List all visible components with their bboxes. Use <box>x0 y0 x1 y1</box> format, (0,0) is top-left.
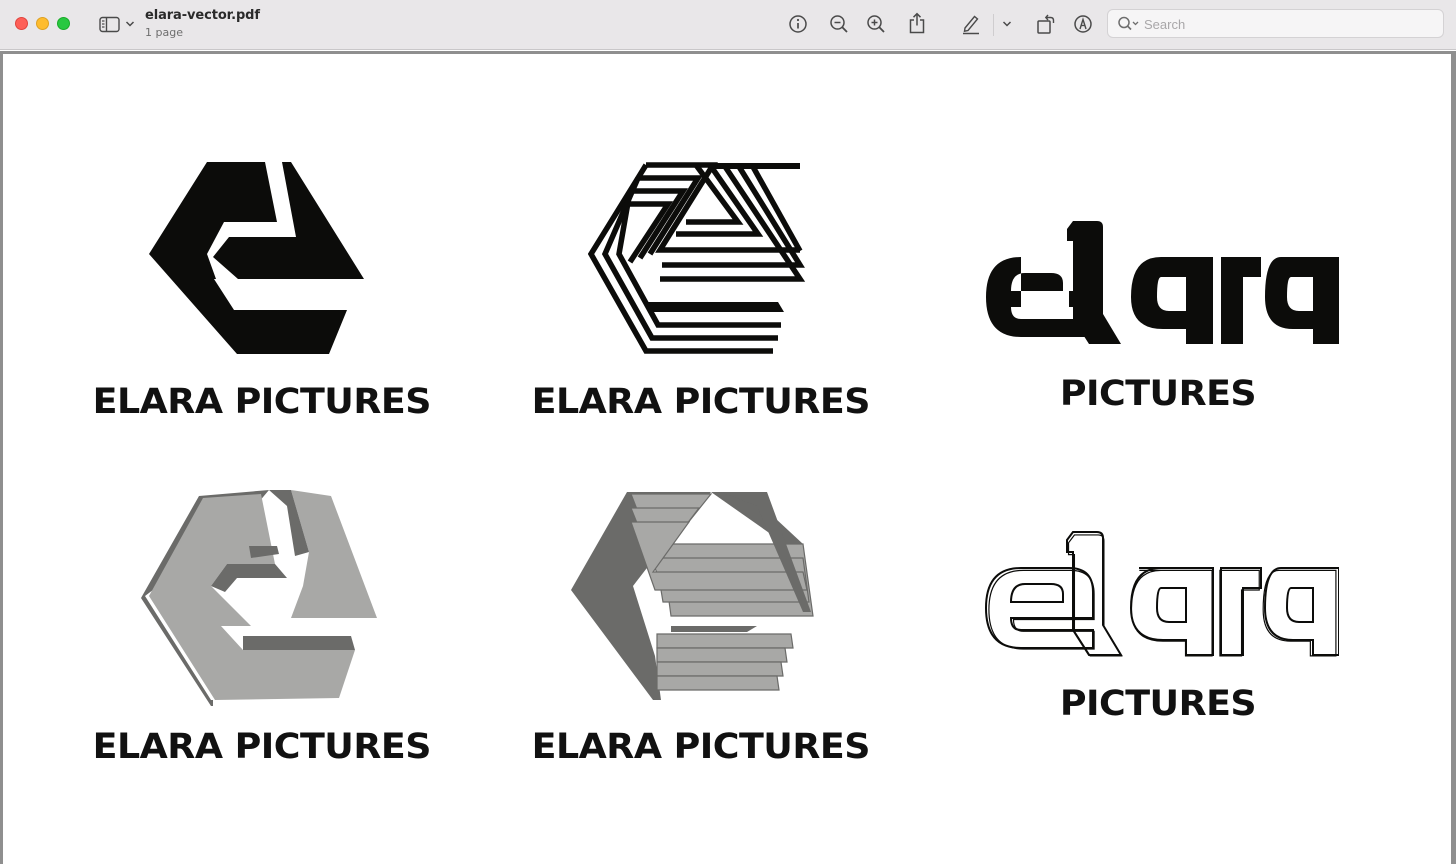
highlight-pen-icon <box>963 15 979 35</box>
logo-3-caption: PICTURES <box>1059 374 1257 414</box>
chevron-down-icon <box>1002 21 1012 27</box>
document-title: elara-vector.pdf <box>145 8 260 23</box>
zoom-in-button[interactable] <box>865 13 887 35</box>
info-button[interactable] <box>787 13 809 35</box>
zoom-out-button[interactable] <box>828 13 850 35</box>
elara-wordmark-solid <box>986 221 1339 344</box>
rotate-button[interactable] <box>1035 12 1057 36</box>
document-page-count: 1 page <box>145 26 183 39</box>
zoom-in-icon <box>867 15 885 33</box>
logo-5-caption: ELARA PICTURES <box>531 727 871 767</box>
sidebar-toggle-button[interactable] <box>97 13 137 35</box>
highlight-options-button[interactable] <box>1000 16 1014 32</box>
highlight-button[interactable] <box>960 12 982 36</box>
logo-6-caption: PICTURES <box>1059 684 1257 724</box>
elara-logo-3d-striped <box>571 492 814 700</box>
share-button[interactable] <box>906 11 928 35</box>
elara-logo-3d <box>141 490 377 706</box>
window-titlebar: elara-vector.pdf 1 page <box>0 0 1456 50</box>
share-icon <box>909 12 925 34</box>
elara-logo-striped <box>588 162 806 354</box>
sidebar-icon <box>99 16 120 32</box>
document-view[interactable]: ELARA PICTURES ELARA PICTURES PICTURES E… <box>0 51 1456 866</box>
search-input[interactable] <box>1144 14 1434 34</box>
zoom-window-button[interactable] <box>57 17 70 30</box>
logo-4-caption: ELARA PICTURES <box>92 727 432 767</box>
logo-2-caption: ELARA PICTURES <box>531 382 871 422</box>
logo-1-caption: ELARA PICTURES <box>92 382 432 422</box>
minimize-window-button[interactable] <box>36 17 49 30</box>
close-window-button[interactable] <box>15 17 28 30</box>
toolbar-separator <box>993 14 994 36</box>
search-field[interactable] <box>1107 9 1444 38</box>
chevron-down-icon <box>125 21 135 27</box>
info-icon <box>789 15 807 33</box>
search-icon <box>1118 16 1139 31</box>
rotate-icon <box>1037 14 1055 34</box>
pdf-page: ELARA PICTURES ELARA PICTURES PICTURES E… <box>3 54 1451 866</box>
markup-button[interactable] <box>1072 13 1094 35</box>
elara-logo-solid <box>149 162 364 354</box>
zoom-out-icon <box>830 15 848 33</box>
elara-wordmark-outline <box>984 531 1339 657</box>
markup-icon <box>1074 15 1092 33</box>
